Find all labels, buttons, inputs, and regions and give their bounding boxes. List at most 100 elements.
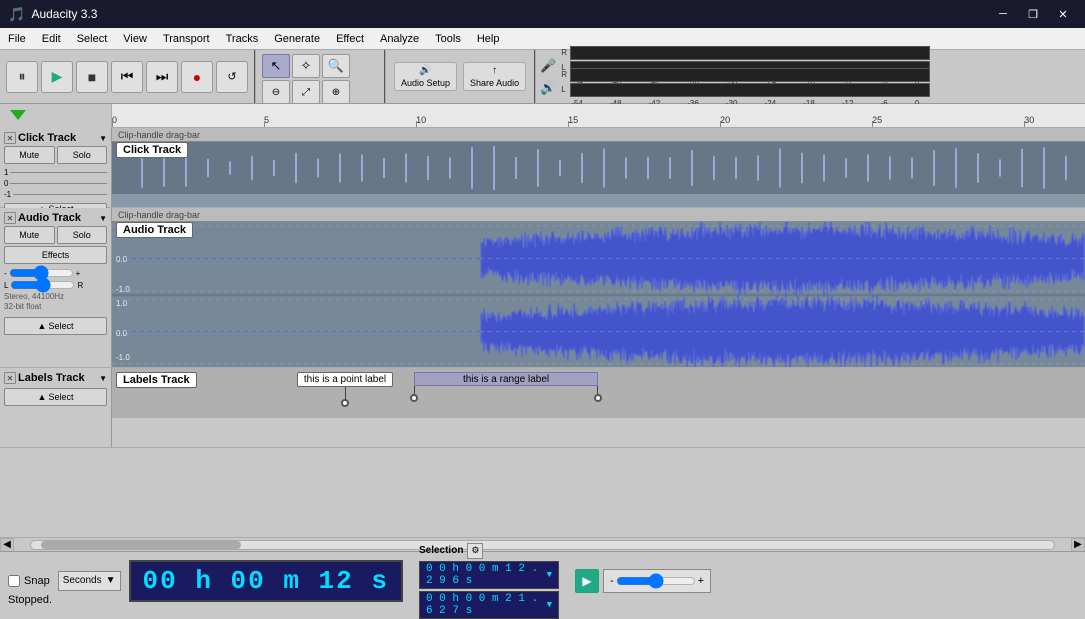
close-button[interactable]: ✕: [1049, 4, 1077, 24]
labels-track-select-button[interactable]: ▲Select: [4, 388, 107, 406]
menu-select[interactable]: Select: [69, 28, 116, 50]
audio-track-content: Clip-handle drag-bar Audio Track 1.0 0.0…: [112, 208, 1085, 367]
unit-dropdown[interactable]: Seconds ▼: [58, 571, 121, 591]
audio-track-close[interactable]: ✕: [4, 212, 16, 224]
audio-track-solo-button[interactable]: Solo: [57, 226, 108, 244]
click-track-header: ✕ Click Track ▼: [4, 132, 107, 144]
audio-pan-slider[interactable]: [10, 280, 75, 290]
menu-tools[interactable]: Tools: [427, 28, 469, 50]
click-drag-bar-label: Clip-handle drag-bar: [118, 130, 200, 140]
click-track: ✕ Click Track ▼ Mute Solo 1 0: [0, 128, 1085, 208]
audio-track-effects-button[interactable]: Effects: [4, 246, 107, 264]
record-button[interactable]: ●: [181, 61, 213, 93]
labels-track-name: Labels Track: [18, 372, 97, 384]
click-track-menu-arrow[interactable]: ▼: [99, 134, 107, 143]
rate-slider[interactable]: [616, 576, 696, 586]
skip-fwd-button[interactable]: ⏭: [146, 61, 178, 93]
tool-zoom-fit[interactable]: ⤢: [292, 80, 320, 104]
loop-button[interactable]: ↺: [216, 61, 248, 93]
menu-transport[interactable]: Transport: [155, 28, 218, 50]
audio-track-controls: ✕ Audio Track ▼ Mute Solo Effects - + L: [0, 208, 112, 367]
app-title: Audacity 3.3: [31, 7, 989, 21]
tool-zoom-in[interactable]: 🔍: [322, 54, 350, 78]
tool-envelope[interactable]: ✧: [292, 54, 320, 78]
menu-effect[interactable]: Effect: [328, 28, 372, 50]
app-icon: 🎵: [8, 6, 25, 23]
audio-track-menu-arrow[interactable]: ▼: [99, 214, 107, 223]
share-icon: ↑: [492, 65, 497, 76]
play-button[interactable]: ▶: [41, 61, 73, 93]
tools-toolbar: ↖ ✧ 🔍 ⊖ ⤢ ⊕ ✏ ✱ ↩ ↪ ⇌ ▶⏸: [256, 50, 386, 103]
tool-zoom-out[interactable]: ⊖: [262, 80, 290, 104]
click-track-content: Clip-handle drag-bar Click Track: [112, 128, 1085, 207]
selection-start-value: 0 0 h 0 0 m 1 2 . 2 9 6 s: [426, 563, 547, 587]
mini-play-button[interactable]: ▶: [575, 569, 599, 593]
range-label-endpoints: [414, 386, 599, 398]
menu-generate[interactable]: Generate: [266, 28, 328, 50]
menu-edit[interactable]: Edit: [34, 28, 69, 50]
stop-button[interactable]: ■: [76, 61, 108, 93]
audio-track-name: Audio Track: [18, 212, 97, 224]
share-audio-label: Share Audio: [470, 78, 519, 88]
menu-analyze[interactable]: Analyze: [372, 28, 427, 50]
pause-button[interactable]: ⏸: [6, 61, 38, 93]
unit-dropdown-arrow: ▼: [106, 575, 116, 586]
click-track-close[interactable]: ✕: [4, 132, 16, 144]
point-label-1-dot: [341, 399, 349, 407]
selection-end-arrow[interactable]: ▼: [547, 600, 552, 610]
menu-file[interactable]: File: [0, 28, 34, 50]
point-label-1-text[interactable]: this is a point label: [297, 372, 393, 387]
audio-setup-button[interactable]: 🔊 Audio Setup: [394, 62, 457, 91]
playhead-marker[interactable]: [10, 110, 26, 120]
audio-track-mute-button[interactable]: Mute: [4, 226, 55, 244]
snap-checkbox[interactable]: [8, 575, 20, 587]
skip-back-button[interactable]: ⏮: [111, 61, 143, 93]
audio-pan-row: L R: [4, 280, 107, 290]
restore-button[interactable]: ❐: [1019, 4, 1047, 24]
labels-track: ✕ Labels Track ▼ ▲Select Labels Track th…: [0, 368, 1085, 448]
playback-vu-R: [570, 83, 930, 97]
titlebar: 🎵 Audacity 3.3 ─ ❐ ✕: [0, 0, 1085, 28]
menu-help[interactable]: Help: [469, 28, 508, 50]
click-track-drag-bar[interactable]: Clip-handle drag-bar: [112, 128, 1085, 142]
audio-track-select-button[interactable]: ▲Select: [4, 317, 107, 335]
click-track-clip-name: Click Track: [116, 142, 188, 158]
rate-plus-icon: +: [698, 575, 704, 587]
scroll-left-button[interactable]: ◀: [0, 538, 14, 552]
mic-icon: 🎤: [540, 58, 556, 74]
range-label-1-bar[interactable]: this is a range label: [414, 372, 599, 386]
tool-zoom-sel[interactable]: ⊕: [322, 80, 350, 104]
range-label-right-dot: [594, 394, 602, 402]
labels-track-close[interactable]: ✕: [4, 372, 16, 384]
click-track-mute-button[interactable]: Mute: [4, 146, 55, 164]
click-track-controls: ✕ Click Track ▼ Mute Solo 1 0: [0, 128, 112, 207]
hscroll-thumb[interactable]: [41, 541, 241, 549]
audio-track-drag-bar[interactable]: Clip-handle drag-bar: [112, 208, 1085, 222]
ruler-scale[interactable]: 051015202530: [112, 103, 1085, 127]
scroll-right-button[interactable]: ▶: [1071, 538, 1085, 552]
selection-label-row: Selection ⚙: [419, 543, 559, 559]
toolbar-area: ⏸ ▶ ■ ⏮ ⏭ ● ↺ ↖ ✧ 🔍 ⊖ ⤢ ⊕ ✏ ✱ ↩ ↪ ⇌ ▶⏸ 🔊…: [0, 50, 1085, 104]
menu-tracks[interactable]: Tracks: [218, 28, 267, 50]
selection-start-arrow[interactable]: ▼: [547, 570, 552, 580]
menu-view[interactable]: View: [115, 28, 155, 50]
click-track-solo-button[interactable]: Solo: [57, 146, 108, 164]
share-audio-button[interactable]: ↑ Share Audio: [463, 62, 526, 91]
selection-settings-button[interactable]: ⚙: [467, 543, 483, 559]
time-display: 00 h 00 m 12 s: [129, 560, 403, 602]
labels-track-menu-arrow[interactable]: ▼: [99, 374, 107, 383]
selection-end-row: 0 0 h 0 0 m 2 1 . 6 2 7 s ▼: [419, 591, 559, 619]
audio-toolbar: 🔊 Audio Setup ↑ Share Audio: [386, 50, 536, 103]
tracks-scroll[interactable]: ✕ Click Track ▼ Mute Solo 1 0: [0, 128, 1085, 537]
window-controls: ─ ❐ ✕: [989, 4, 1077, 24]
audio-track-waveform: [112, 222, 1085, 367]
audio-setup-label: Audio Setup: [401, 78, 450, 88]
audio-track-clip-name: Audio Track: [116, 222, 193, 238]
audio-track-mute-solo: Mute Solo: [4, 226, 107, 244]
time-display-value: 00 h 00 m 12 s: [143, 566, 389, 596]
minimize-button[interactable]: ─: [989, 4, 1017, 24]
audio-track: ✕ Audio Track ▼ Mute Solo Effects - + L: [0, 208, 1085, 368]
status-text: Stopped.: [8, 594, 52, 606]
tool-selection[interactable]: ↖: [262, 54, 290, 78]
audio-track-header: ✕ Audio Track ▼: [4, 212, 107, 224]
